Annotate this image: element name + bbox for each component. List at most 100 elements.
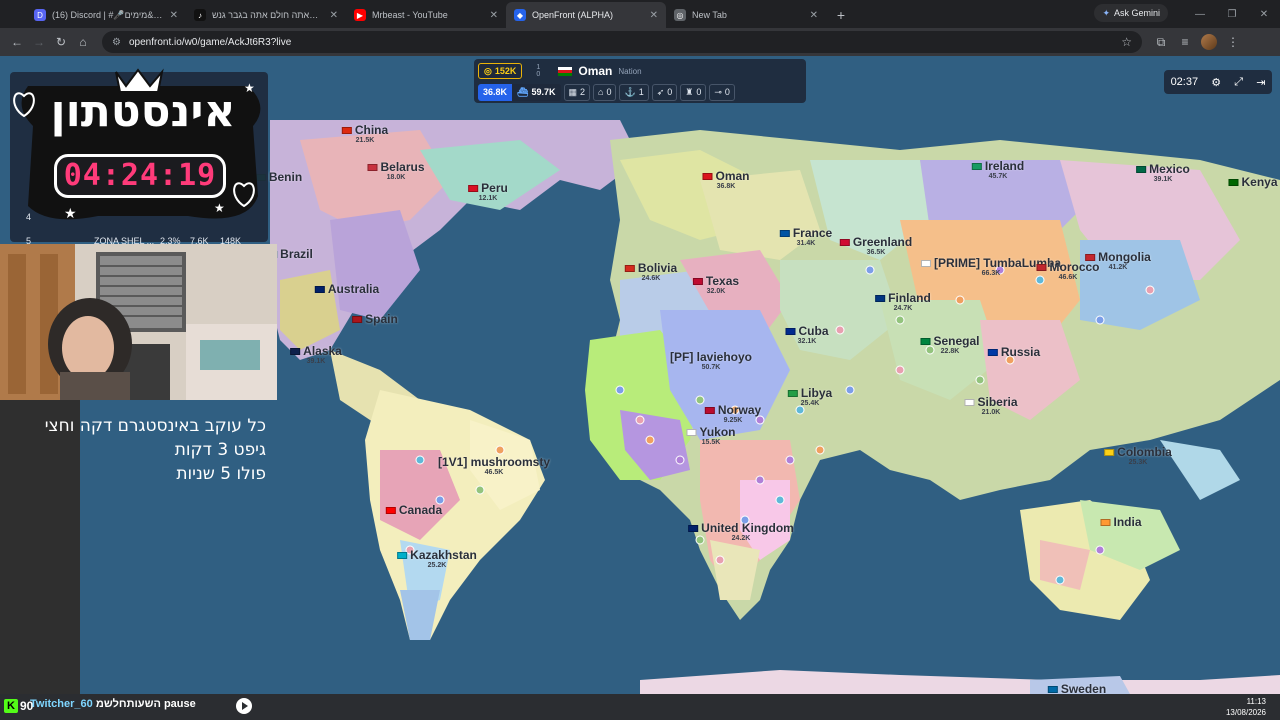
forward-icon[interactable]: → <box>28 31 50 53</box>
city-marker[interactable] <box>925 345 935 355</box>
browser-tab[interactable]: ♪ כשאתה חולם אתה בגבר גנש 😴 ✕ <box>186 2 346 28</box>
attack-count-bottom: 0 <box>536 71 541 78</box>
donation-rules: כל עוקב באינסטגרם דקה וחצי גיפט 3 דקות פ… <box>6 414 266 486</box>
back-icon[interactable]: ← <box>6 31 28 53</box>
browser-tab-strip: D (16) Discord | #🎤מימים&🎤 ✕ ♪ כשאתה חולם את… <box>0 0 1280 28</box>
exit-game-icon[interactable]: ⇥ <box>1256 76 1265 89</box>
city-marker[interactable] <box>785 455 795 465</box>
bookmark-star-icon[interactable]: ☆ <box>1121 35 1132 49</box>
event-ticker: Twitcher_60 השעותחלשמ pause <box>30 698 196 710</box>
tab-title: New Tab <box>692 10 727 20</box>
defense-post-icon: ♜ <box>685 86 694 97</box>
close-window-icon[interactable]: ✕ <box>1248 0 1280 28</box>
city-marker[interactable] <box>895 365 905 375</box>
city-marker[interactable] <box>695 535 705 545</box>
profile-avatar[interactable] <box>1198 31 1220 53</box>
settings-gear-icon[interactable]: ⚙ <box>1211 76 1221 89</box>
tab-close-icon[interactable]: ✕ <box>330 10 338 21</box>
tab-close-icon[interactable]: ✕ <box>650 10 658 21</box>
hud-bottom-row: 36.8K ⛴ 59.7K ▦ 2 ⌂ 0 ⚓ 1 ➶ 0 ♜ 0 ⊸ 0 <box>478 82 802 102</box>
unit-count-pill[interactable]: ⌂ 0 <box>593 83 617 101</box>
rule-line-2: גיפט 3 דקות <box>174 440 266 460</box>
city-marker[interactable] <box>755 415 765 425</box>
unit-count: 1 <box>638 87 644 97</box>
kick-logo-icon: K <box>4 699 18 713</box>
url-text: openfront.io/w0/game/AckJt6R3?live <box>128 36 292 48</box>
address-bar[interactable]: ⚙ openfront.io/w0/game/AckJt6R3?live ☆ <box>102 31 1142 53</box>
unit-count-pill[interactable]: ♜ 0 <box>680 83 707 101</box>
city-marker[interactable] <box>435 495 445 505</box>
city-marker[interactable] <box>995 265 1005 275</box>
menu-icon[interactable]: ⋮ <box>1222 31 1244 53</box>
city-marker[interactable] <box>405 545 415 555</box>
tab-title: כשאתה חולם אתה בגבר גנש 😴 <box>212 9 324 20</box>
reload-icon[interactable]: ↻ <box>50 31 72 53</box>
unit-count-pill[interactable]: ▦ 2 <box>563 83 591 101</box>
city-marker[interactable] <box>1095 545 1105 555</box>
minimize-icon[interactable]: — <box>1184 0 1216 28</box>
city-marker[interactable] <box>755 475 765 485</box>
city-marker[interactable] <box>1095 315 1105 325</box>
city-marker[interactable] <box>865 265 875 275</box>
city-marker[interactable] <box>645 435 655 445</box>
city-marker[interactable] <box>495 445 505 455</box>
browser-tab[interactable]: ◆ OpenFront (ALPHA) ✕ <box>506 2 666 28</box>
tab-close-icon[interactable]: ✕ <box>810 10 818 21</box>
unit-count: 0 <box>696 87 702 97</box>
troops-value: 36.8K <box>478 83 513 101</box>
unit-count-pill[interactable]: ⚓ 1 <box>619 83 649 101</box>
city-marker[interactable] <box>955 295 965 305</box>
city-marker[interactable] <box>715 555 725 565</box>
tab-close-icon[interactable]: ✕ <box>490 10 498 21</box>
ask-gemini-button[interactable]: ✦ Ask Gemini <box>1094 4 1168 22</box>
gold-coin-icon: ◎ <box>484 65 492 76</box>
city-marker[interactable] <box>415 455 425 465</box>
extensions-icon[interactable]: ⧉ <box>1150 31 1172 53</box>
city-marker[interactable] <box>695 395 705 405</box>
play-icon[interactable] <box>236 698 252 714</box>
ask-gemini-label: Ask Gemini <box>1113 8 1160 18</box>
city-marker[interactable] <box>475 485 485 495</box>
browser-toolbar: ← → ↻ ⌂ ⚙ openfront.io/w0/game/AckJt6R3?… <box>0 28 1280 56</box>
oman-flag-icon <box>558 66 573 76</box>
new-tab-button[interactable]: + <box>830 4 852 26</box>
city-marker[interactable] <box>615 385 625 395</box>
city-marker[interactable] <box>895 315 905 325</box>
troops-workers-ratio[interactable]: 36.8K ⛴ 59.7K <box>478 83 561 101</box>
city-marker[interactable] <box>740 515 750 525</box>
browser-tab[interactable]: D (16) Discord | #🎤מימים&🎤 ✕ <box>26 2 186 28</box>
city-marker[interactable] <box>1035 275 1045 285</box>
city-marker[interactable] <box>1005 355 1015 365</box>
tab-title: Mrbeast - YouTube <box>372 10 448 20</box>
svg-text:★: ★ <box>64 206 77 222</box>
city-marker[interactable] <box>975 375 985 385</box>
bottom-stream-bar: K 90 Twitcher_60 השעותחלשמ pause 11:13 1… <box>0 694 1280 720</box>
unit-count-pill[interactable]: ➶ 0 <box>651 83 678 101</box>
maximize-icon[interactable]: ❐ <box>1216 0 1248 28</box>
city-marker[interactable] <box>845 385 855 395</box>
city-marker[interactable] <box>1055 575 1065 585</box>
fullscreen-icon[interactable]: ⤢ <box>1234 76 1243 89</box>
city-marker[interactable] <box>635 415 645 425</box>
tab-close-icon[interactable]: ✕ <box>170 10 178 21</box>
city-marker[interactable] <box>1145 285 1155 295</box>
home-icon[interactable]: ⌂ <box>72 31 94 53</box>
countdown-timer: 04:24:19 <box>54 154 226 198</box>
gold-value: 152K <box>494 66 517 76</box>
site-info-icon[interactable]: ⚙ <box>112 37 121 48</box>
unit-count: 0 <box>667 87 673 97</box>
city-icon: ▦ <box>568 86 578 97</box>
browser-tab[interactable]: ▶ Mrbeast - YouTube ✕ <box>346 2 506 28</box>
unit-count: 0 <box>724 87 730 97</box>
city-marker[interactable] <box>815 445 825 455</box>
city-marker[interactable] <box>675 455 685 465</box>
tab-favicon-icon: D <box>34 9 46 21</box>
toolbar-actions: ⧉ ≡ ⋮ <box>1150 31 1244 53</box>
city-marker[interactable] <box>835 325 845 335</box>
unit-count-pill[interactable]: ⊸ 0 <box>709 83 735 101</box>
city-marker[interactable] <box>730 405 740 415</box>
city-marker[interactable] <box>795 405 805 415</box>
reading-list-icon[interactable]: ≡ <box>1174 31 1196 53</box>
city-marker[interactable] <box>775 495 785 505</box>
browser-tab[interactable]: ◎ New Tab ✕ <box>666 2 826 28</box>
